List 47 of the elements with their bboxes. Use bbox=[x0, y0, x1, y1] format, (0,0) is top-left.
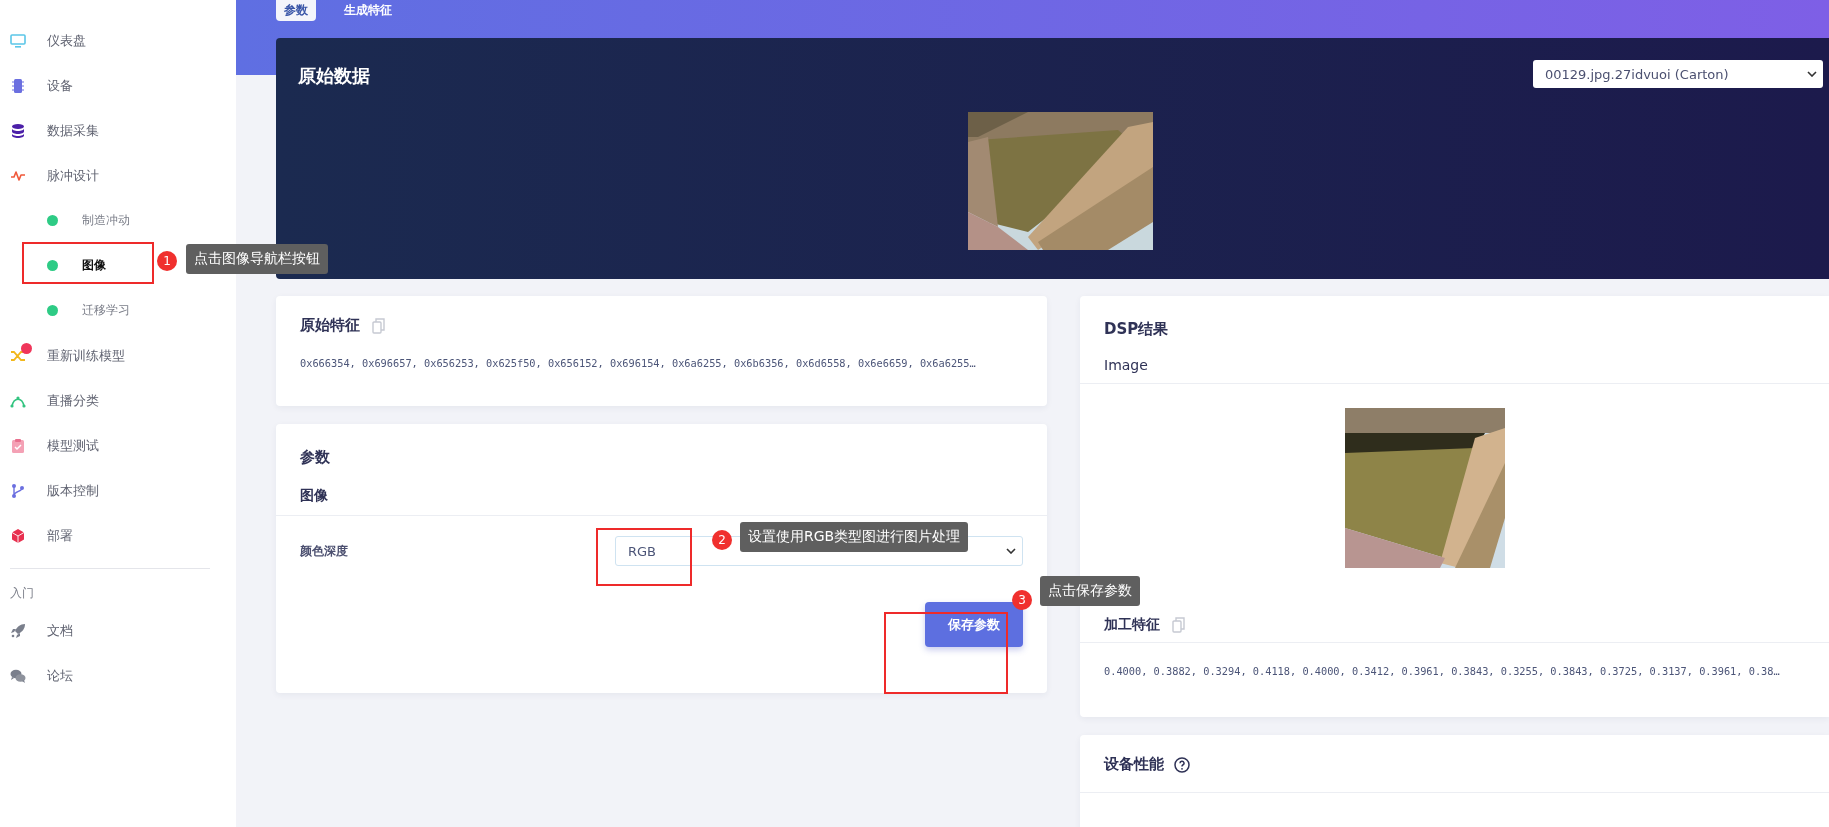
tooltip: 设置使用RGB类型图进行图片处理 bbox=[740, 522, 969, 552]
nav-subitem[interactable]: 迁移学习 bbox=[0, 288, 236, 333]
card-title: 原始数据 bbox=[298, 64, 370, 88]
card-title: 加工特征 bbox=[1104, 616, 1160, 634]
nav-item[interactable]: 设备 bbox=[0, 63, 236, 108]
card-title: 原始特征 bbox=[300, 316, 360, 335]
copy-icon[interactable] bbox=[372, 317, 386, 334]
section-heading: Image bbox=[1103, 356, 1149, 375]
dot-icon bbox=[47, 260, 58, 271]
monitor-icon bbox=[10, 32, 26, 49]
cube-icon bbox=[10, 527, 26, 544]
tab[interactable]: 参数 bbox=[276, 0, 316, 21]
rocket-icon bbox=[10, 622, 26, 639]
card-title: 设备性能 bbox=[1104, 755, 1164, 774]
nav-item[interactable]: 数据采集 bbox=[0, 108, 236, 153]
dot-icon bbox=[47, 305, 58, 316]
nav-item[interactable]: 仪表盘 bbox=[0, 18, 236, 63]
nav-item[interactable]: 直播分类 bbox=[0, 378, 236, 423]
chevron-down-icon bbox=[1006, 548, 1016, 554]
nav-item[interactable]: 论坛 bbox=[0, 653, 236, 698]
nav-subitem[interactable]: 制造冲动 bbox=[0, 198, 236, 243]
nav-item[interactable]: 脉冲设计 bbox=[0, 153, 236, 198]
nav-item[interactable]: 重新训练模型 bbox=[0, 333, 236, 378]
tooltip: 点击图像导航栏按钮 bbox=[186, 244, 328, 274]
section-heading: 入门 bbox=[9, 585, 35, 602]
card-title: 参数 bbox=[299, 447, 331, 467]
feature-values: 0.4000, 0.3882, 0.3294, 0.4118, 0.4000, 0.3412, 0.3961, 0.3843, 0.3255, 0.3843, 0.3725, 0.3137, 0.3961, 0.38… bbox=[1104, 665, 1781, 677]
dot-icon bbox=[47, 215, 58, 226]
copy-icon[interactable] bbox=[1172, 617, 1186, 633]
nav-item[interactable]: 版本控制 bbox=[0, 468, 236, 513]
help-icon[interactable] bbox=[1174, 756, 1190, 773]
chat-icon bbox=[10, 667, 26, 684]
chip-icon bbox=[10, 77, 26, 94]
clipboard-icon bbox=[10, 437, 26, 454]
branch-icon bbox=[10, 482, 26, 499]
sample-select[interactable]: 00129.jpg.27idvuoi (Carton) bbox=[1533, 60, 1823, 88]
nav-item[interactable]: 模型测试 bbox=[0, 423, 236, 468]
nav-item[interactable]: 部署 bbox=[0, 513, 236, 558]
section-heading: 图像 bbox=[299, 486, 329, 505]
feature-values: 0x666354, 0x696657, 0x656253, 0x625f50, 0x656152, 0x696154, 0x6a6255, 0x6b6356, 0x6d6558, 0x6e6659, 0x6a6255… bbox=[300, 357, 977, 369]
nav-item[interactable]: 文档 bbox=[0, 608, 236, 653]
database-icon bbox=[10, 122, 26, 139]
tooltip: 点击保存参数 bbox=[1040, 576, 1140, 606]
tab[interactable]: 生成特征 bbox=[336, 0, 400, 21]
card-title: DSP结果 bbox=[1103, 319, 1170, 339]
field-label: 颜色深度 bbox=[300, 542, 348, 560]
chevron-down-icon bbox=[1807, 71, 1817, 77]
